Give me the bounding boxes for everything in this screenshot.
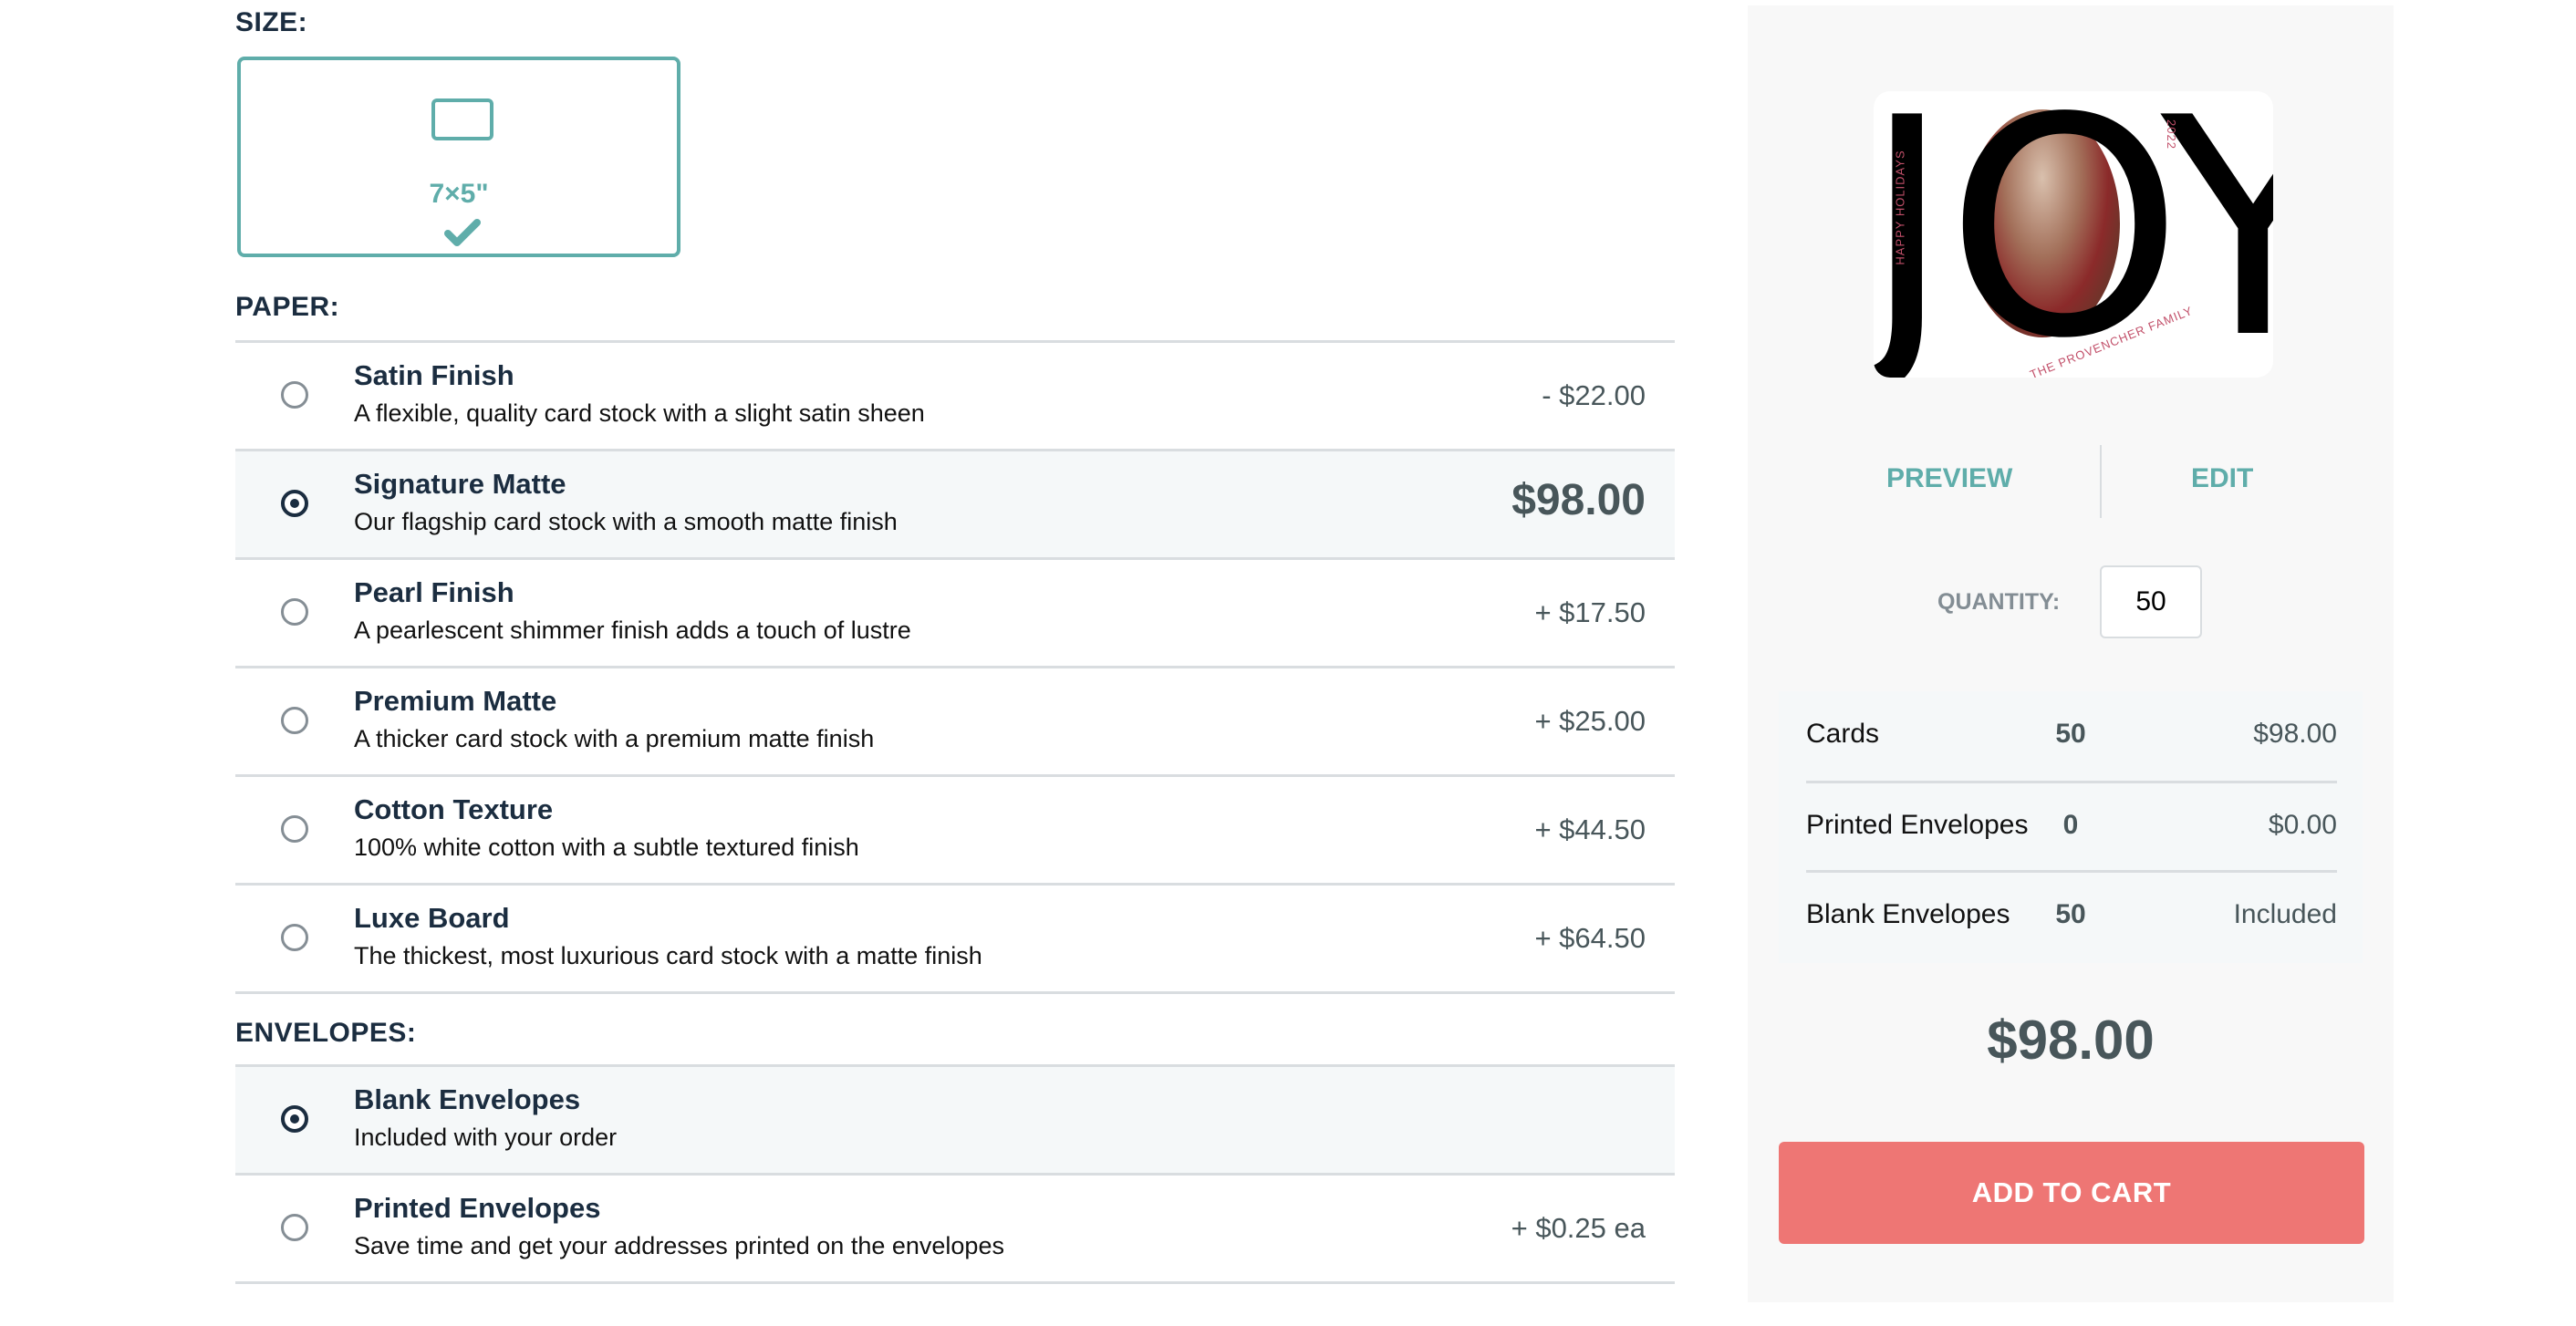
card-landscape-icon (431, 98, 493, 140)
radio-button[interactable] (281, 1214, 308, 1241)
price-summary-table: Cards 50 $98.00 Printed Envelopes 0 $0.0… (1779, 691, 2363, 963)
option-title: Premium Matte (354, 685, 557, 717)
radio-button[interactable] (281, 707, 308, 734)
summary-row-printed-envelopes: Printed Envelopes 0 $0.00 (1779, 782, 2363, 872)
paper-option-premium-matte[interactable]: Premium Matte A thicker card stock with … (235, 666, 1675, 774)
paper-options-list: Satin Finish A flexible, quality card st… (235, 340, 1675, 994)
option-title: Blank Envelopes (354, 1083, 581, 1115)
summary-item-name: Cards (1806, 719, 1880, 749)
edit-button[interactable]: EDIT (2191, 463, 2253, 494)
card-main-text: JOY (1874, 91, 2273, 378)
option-description: A flexible, quality card stock with a sl… (354, 399, 925, 427)
summary-item-qty: 50 (2055, 719, 2086, 749)
summary-item-amount: $98.00 (2253, 719, 2337, 749)
summary-row-blank-envelopes: Blank Envelopes 50 Included (1779, 872, 2363, 961)
size-option-7x5[interactable]: 7×5" (237, 57, 680, 257)
preview-button[interactable]: PREVIEW (1886, 463, 2012, 494)
paper-section-label: PAPER: (235, 292, 340, 322)
summary-item-amount: Included (2233, 899, 2337, 929)
quantity-input[interactable] (2100, 565, 2202, 638)
summary-item-name: Blank Envelopes (1806, 899, 2010, 929)
option-title: Signature Matte (354, 468, 566, 500)
radio-button[interactable] (281, 381, 308, 409)
option-price: + $44.50 (1534, 813, 1646, 845)
option-description: Save time and get your addresses printed… (354, 1232, 1004, 1259)
summary-item-name: Printed Envelopes (1806, 810, 2029, 840)
option-price: + $25.00 (1534, 705, 1646, 737)
card-year-text: 2022 (2164, 119, 2178, 150)
radio-button[interactable] (281, 815, 308, 843)
order-summary-panel: JOY HAPPY HOLIDAYS 2022 THE PROVENCHER F… (1748, 5, 2394, 1302)
summary-item-amount: $0.00 (2268, 810, 2337, 840)
envelope-options-list: Blank Envelopes Included with your order… (235, 1064, 1675, 1284)
option-title: Satin Finish (354, 359, 514, 391)
quantity-label: QUANTITY: (1937, 589, 2061, 615)
summary-row-cards: Cards 50 $98.00 (1779, 691, 2363, 781)
paper-option-luxe-board[interactable]: Luxe Board The thickest, most luxurious … (235, 883, 1675, 994)
option-description: Our flagship card stock with a smooth ma… (354, 508, 898, 535)
card-preview-image[interactable]: JOY HAPPY HOLIDAYS 2022 THE PROVENCHER F… (1874, 91, 2273, 378)
size-option-label: 7×5" (429, 179, 489, 209)
option-title: Pearl Finish (354, 576, 514, 608)
checkmark-icon (444, 219, 481, 246)
summary-item-qty: 0 (2062, 810, 2079, 840)
order-total: $98.00 (1987, 1010, 2155, 1071)
option-price: $98.00 (1511, 476, 1646, 524)
radio-button[interactable] (281, 598, 308, 626)
option-description: Included with your order (354, 1124, 618, 1151)
paper-option-cotton-texture[interactable]: Cotton Texture 100% white cotton with a … (235, 774, 1675, 883)
radio-button-selected[interactable] (281, 490, 308, 517)
card-greeting-text: HAPPY HOLIDAYS (1893, 150, 1907, 265)
option-price: + $0.25 ea (1511, 1212, 1646, 1244)
add-to-cart-button[interactable]: ADD TO CART (1779, 1142, 2364, 1244)
option-price: + $64.50 (1534, 922, 1646, 954)
option-description: The thickest, most luxurious card stock … (354, 942, 982, 969)
radio-button[interactable] (281, 924, 308, 951)
size-section-label: SIZE: (235, 7, 308, 37)
envelopes-section-label: ENVELOPES: (235, 1018, 417, 1048)
envelope-option-printed[interactable]: Printed Envelopes Save time and get your… (235, 1173, 1675, 1284)
card-actions: PREVIEW EDIT (1748, 445, 2394, 518)
envelope-option-blank[interactable]: Blank Envelopes Included with your order (235, 1064, 1675, 1173)
paper-option-pearl-finish[interactable]: Pearl Finish A pearlescent shimmer finis… (235, 557, 1675, 666)
option-title: Luxe Board (354, 902, 510, 934)
option-price: + $17.50 (1534, 596, 1646, 628)
option-description: A thicker card stock with a premium matt… (354, 725, 875, 752)
paper-option-signature-matte[interactable]: Signature Matte Our flagship card stock … (235, 449, 1675, 557)
option-description: A pearlescent shimmer finish adds a touc… (354, 616, 911, 644)
option-price: - $22.00 (1542, 379, 1646, 411)
option-title: Cotton Texture (354, 793, 554, 825)
paper-option-satin-finish[interactable]: Satin Finish A flexible, quality card st… (235, 340, 1675, 449)
option-title: Printed Envelopes (354, 1192, 601, 1224)
actions-divider (2100, 445, 2102, 518)
option-description: 100% white cotton with a subtle textured… (354, 834, 859, 861)
radio-button-selected[interactable] (281, 1105, 308, 1133)
summary-item-qty: 50 (2055, 899, 2086, 929)
